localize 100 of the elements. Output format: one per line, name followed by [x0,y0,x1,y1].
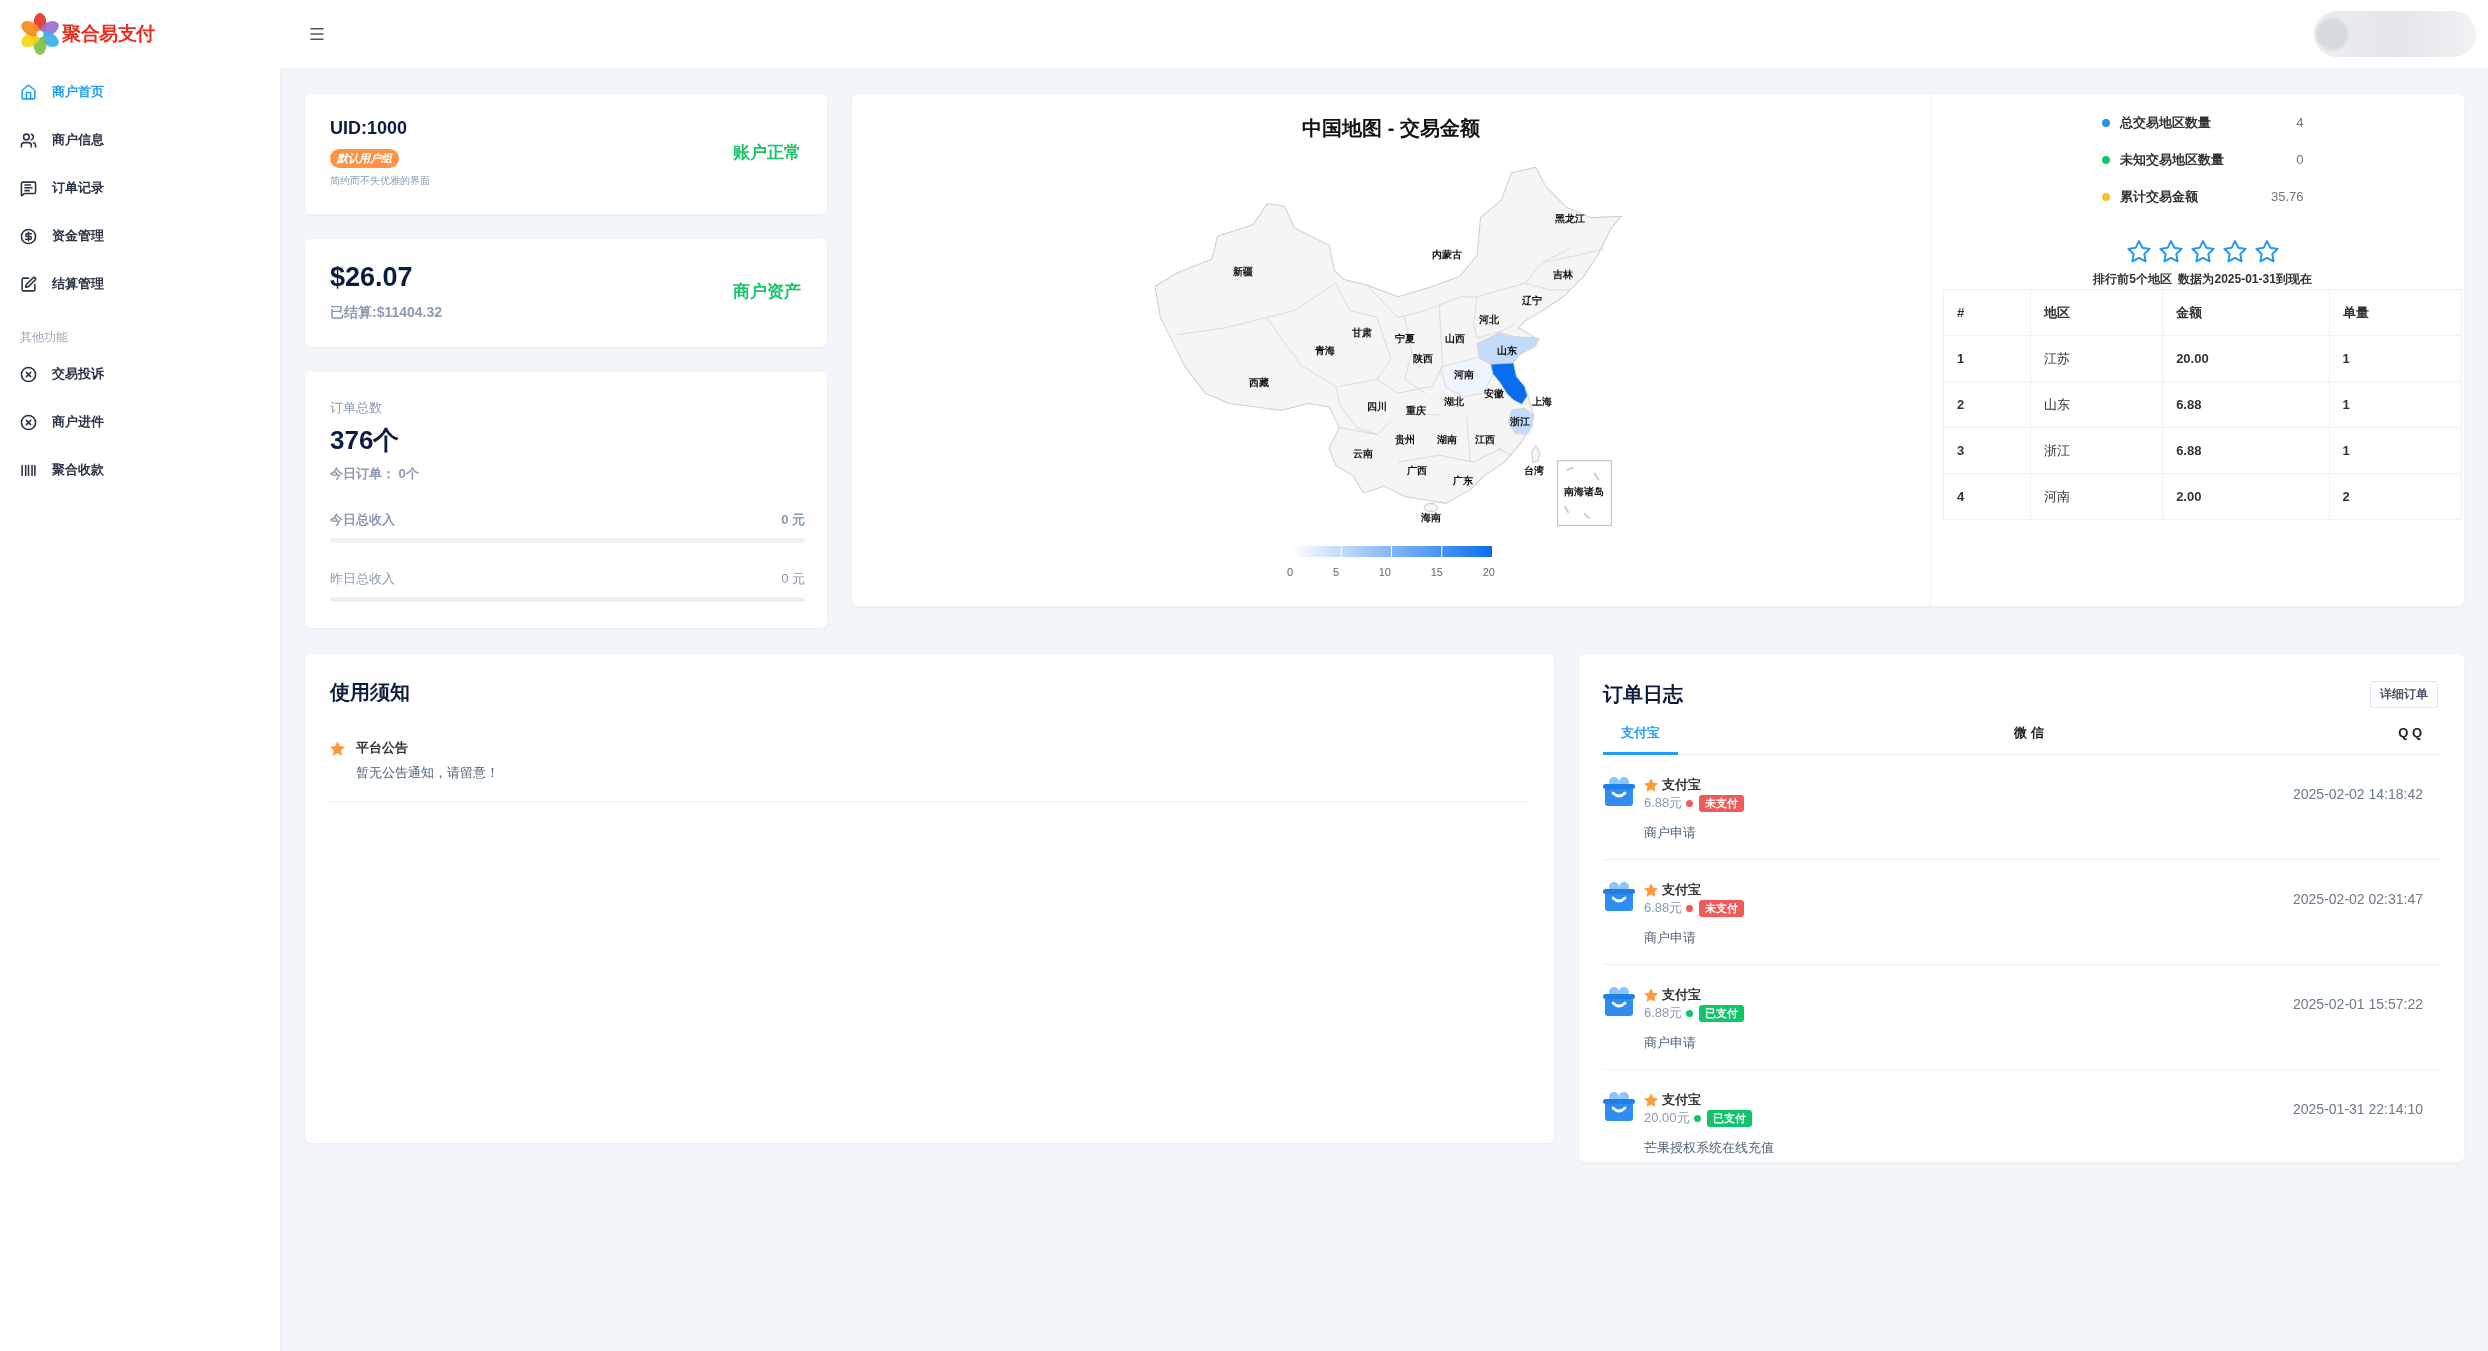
circle-cross-icon [20,365,37,383]
province-label: 吉林 [1553,269,1574,281]
nav-item[interactable]: 资金管理 [0,212,280,260]
nav-group-label: 其他功能 [19,329,69,346]
table-cell: 江苏 [2030,335,2163,382]
scale-tick: 10 [1378,565,1391,579]
star-icon [2158,240,2183,263]
province-label: 甘肃 [1352,327,1373,339]
stat-label: 累计交易金额 [2119,187,2199,206]
province-label: 青海 [1314,345,1335,356]
stat-value: 0 [2296,152,2304,167]
province-label: 重庆 [1405,404,1426,416]
scale-tick: 5 [1332,565,1339,579]
orders-total: 376个 [330,424,401,456]
order-time: 2025-01-31 22:14:10 [2293,1101,2423,1119]
user-group-badge: 默认用户组 [330,149,399,168]
income-label: 今日总收入 [330,512,395,528]
announcement-text: 暂无公告通知，请留意！ [356,765,500,781]
map-title: 中国地图 - 交易金额 [1302,116,1480,141]
nav-item[interactable]: 交易投诉 [0,350,280,398]
table-cell: 6.88 [2162,381,2329,428]
province-label: 湖南 [1437,433,1458,445]
table-cell: 4 [1943,473,2031,520]
order-note: 商户申请 [1644,930,1697,946]
circle-cross-icon [20,413,37,431]
order-log-title: 订单日志 [1603,682,1683,707]
balance-label: 商户资产 [733,280,801,303]
province-label: 上海 [1532,395,1553,407]
table-cell: 1 [2329,335,2462,382]
province-label: 内蒙古 [1432,248,1463,260]
province-label: 湖北 [1444,395,1465,407]
settled-amount: 已结算:$11404.32 [330,303,443,321]
table-cell: 2.00 [2162,473,2329,520]
star-icon [1644,988,1658,1002]
column-header: 金额 [2162,289,2329,336]
column-header: 地区 [2030,289,2163,336]
order-time: 2025-02-02 02:31:47 [2293,891,2423,909]
order-time: 2025-02-02 14:18:42 [2293,786,2423,804]
province-label: 四川 [1367,400,1388,412]
user-id: UID:1000 [330,117,408,139]
stat-value: 4 [2296,115,2304,130]
province-label: 安徽 [1484,387,1505,399]
nav-item[interactable]: 商户信息 [0,116,280,164]
scale-tick: 15 [1430,565,1443,579]
payment-status-badge: 已支付 [1699,1004,1745,1022]
province-label: 南海诸岛 [1564,486,1605,498]
basket-icon [1603,881,1635,911]
account-status: 账户正常 [733,141,801,164]
flower-logo-icon [19,13,61,55]
nav-item[interactable]: 聚合收款 [0,446,280,494]
order-channel: 支付宝 [1662,986,1701,1004]
tagline: 简约而不失优雅的界面 [330,174,430,187]
star-icon [1644,883,1658,897]
payment-status-badge: 已支付 [1706,1109,1752,1127]
column-header: # [1943,289,2031,336]
order-amount: 6.88元 [1644,1004,1683,1022]
star-icon [1644,1093,1658,1107]
nav-item[interactable]: 结算管理 [0,260,280,308]
nav-item[interactable]: 订单记录 [0,164,280,212]
ranking-caption: 排行前5个地区 数据为2025-01-31到现在 [2093,272,2312,286]
table-cell: 2 [1943,381,2031,428]
stat-label: 总交易地区数量 [2119,113,2212,132]
basket-icon [1603,986,1635,1016]
order-amount: 20.00元 [1644,1109,1690,1127]
table-cell: 2 [2329,473,2462,520]
star-icon [2222,240,2247,263]
nav-item[interactable]: 商户进件 [0,398,280,446]
income-value: 0 元 [781,512,805,528]
basket-icon [1603,1091,1635,1121]
payment-status-badge: 未支付 [1699,899,1745,917]
province-label: 新疆 [1232,265,1253,277]
province-label: 陕西 [1412,353,1433,365]
balance-amount: $26.07 [330,261,413,293]
table-cell: 1 [1943,335,2031,382]
users-icon [20,131,37,149]
income-value: 0 元 [781,571,805,587]
payment-tab[interactable]: 微 信 [1996,717,2062,755]
table-cell: 河南 [2030,473,2163,520]
message-icon [20,179,37,197]
order-time: 2025-02-01 15:57:22 [2293,996,2423,1014]
order-note: 芒果授权系统在线充值 [1644,1140,1775,1156]
payment-tab[interactable]: Q Q [2380,717,2440,755]
province-label: 山东 [1496,345,1517,356]
star-icon [2254,240,2279,263]
order-amount: 6.88元 [1644,794,1683,812]
star-icon [1644,778,1658,792]
notice-title: 使用须知 [330,680,411,705]
stat-value: 35.76 [2270,189,2304,204]
detail-orders-button[interactable]: 详细订单 [2370,680,2438,708]
order-note: 商户申请 [1644,825,1697,841]
province-label: 江西 [1475,433,1496,445]
stat-label: 未知交易地区数量 [2119,150,2225,169]
menu-icon[interactable] [308,25,326,43]
province-label: 山西 [1445,332,1466,344]
order-channel: 支付宝 [1662,776,1701,794]
column-header: 单量 [2329,289,2462,336]
province-label: 广东 [1452,475,1473,487]
province-label: 浙江 [1510,415,1531,427]
table-cell: 浙江 [2030,427,2163,474]
star-icon [2190,240,2215,263]
